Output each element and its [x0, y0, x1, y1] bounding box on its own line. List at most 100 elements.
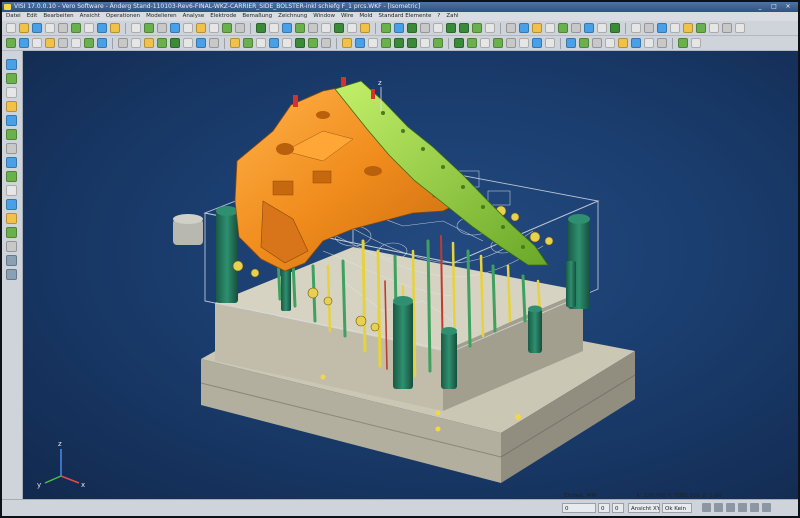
- main-toolbar-tool-icon-20[interactable]: [269, 23, 279, 33]
- modeling-toolbar-tool-icon-48[interactable]: [657, 38, 667, 48]
- status-mode[interactable]: Ok Kein: [662, 503, 692, 513]
- main-toolbar-tool-icon-8[interactable]: [97, 23, 107, 33]
- modeling-toolbar-tool-icon-23[interactable]: [308, 38, 318, 48]
- main-toolbar-tool-icon-3[interactable]: [32, 23, 42, 33]
- modeling-toolbar-tool-icon-47[interactable]: [644, 38, 654, 48]
- menu-file[interactable]: Datei: [6, 12, 21, 21]
- modeling-toolbar-tool-icon-50[interactable]: [691, 38, 701, 48]
- modeling-toolbar-tool-icon-37[interactable]: [506, 38, 516, 48]
- menu-zeichnung[interactable]: Zeichnung: [278, 12, 307, 21]
- main-toolbar-tool-icon-54[interactable]: [735, 23, 745, 33]
- main-toolbar-tool-icon-26[interactable]: [347, 23, 357, 33]
- menu-wire[interactable]: Wire: [341, 12, 353, 21]
- modeling-toolbar-tool-icon-2[interactable]: [19, 38, 29, 48]
- modeling-toolbar-tool-icon-9[interactable]: [118, 38, 128, 48]
- left-toolbar-tool-icon-1[interactable]: [6, 59, 17, 70]
- modeling-toolbar-tool-icon-12[interactable]: [157, 38, 167, 48]
- main-toolbar-tool-icon-45[interactable]: [610, 23, 620, 33]
- main-toolbar-tool-icon-53[interactable]: [722, 23, 732, 33]
- menu-operationen[interactable]: Operationen: [106, 12, 140, 21]
- main-toolbar-tool-icon-47[interactable]: [644, 23, 654, 33]
- modeling-toolbar-tool-icon-22[interactable]: [295, 38, 305, 48]
- modeling-toolbar-tool-icon-33[interactable]: [454, 38, 464, 48]
- menu-mold[interactable]: Mold: [359, 12, 372, 21]
- main-toolbar-tool-icon-33[interactable]: [446, 23, 456, 33]
- main-toolbar-tool-icon-39[interactable]: [532, 23, 542, 33]
- main-toolbar-tool-icon-46[interactable]: [631, 23, 641, 33]
- status-layer-icon[interactable]: [738, 503, 747, 512]
- main-toolbar-tool-icon-4[interactable]: [45, 23, 55, 33]
- modeling-toolbar-tool-icon-14[interactable]: [183, 38, 193, 48]
- main-toolbar-tool-icon-29[interactable]: [394, 23, 404, 33]
- modeling-toolbar-tool-icon-46[interactable]: [631, 38, 641, 48]
- main-toolbar-tool-icon-36[interactable]: [485, 23, 495, 33]
- main-toolbar-tool-icon-18[interactable]: [235, 23, 245, 33]
- modeling-toolbar-tool-icon-15[interactable]: [196, 38, 206, 48]
- main-toolbar-tool-icon-43[interactable]: [584, 23, 594, 33]
- modeling-toolbar-tool-icon-8[interactable]: [97, 38, 107, 48]
- modeling-toolbar-tool-icon-10[interactable]: [131, 38, 141, 48]
- modeling-toolbar-tool-icon-26[interactable]: [355, 38, 365, 48]
- main-toolbar-tool-icon-11[interactable]: [144, 23, 154, 33]
- left-toolbar-tool-icon-6[interactable]: [6, 129, 17, 140]
- menu-view[interactable]: Ansicht: [80, 12, 100, 21]
- menu-bearbeiten[interactable]: Bearbeiten: [43, 12, 73, 21]
- menu-modelieren[interactable]: Modelieren: [146, 12, 176, 21]
- modeling-toolbar-tool-icon-16[interactable]: [209, 38, 219, 48]
- status-filter-icon[interactable]: [750, 503, 759, 512]
- menu-window[interactable]: Window: [313, 12, 335, 21]
- left-toolbar-tool-icon-10[interactable]: [6, 185, 17, 196]
- status-ortho-icon[interactable]: [726, 503, 735, 512]
- modeling-toolbar-tool-icon-27[interactable]: [368, 38, 378, 48]
- menu-help[interactable]: ?: [437, 12, 440, 21]
- modeling-toolbar-tool-icon-36[interactable]: [493, 38, 503, 48]
- left-toolbar-tool-icon-8[interactable]: [6, 157, 17, 168]
- status-view[interactable]: Ansicht XY: [628, 503, 660, 513]
- modeling-toolbar-tool-icon-24[interactable]: [321, 38, 331, 48]
- modeling-toolbar-tool-icon-5[interactable]: [58, 38, 68, 48]
- modeling-toolbar-tool-icon-19[interactable]: [256, 38, 266, 48]
- main-toolbar-tool-icon-28[interactable]: [381, 23, 391, 33]
- 3d-viewport[interactable]: z z x y: [23, 51, 798, 499]
- left-toolbar-tool-icon-13[interactable]: [6, 227, 17, 238]
- modeling-toolbar-tool-icon-34[interactable]: [467, 38, 477, 48]
- main-toolbar-tool-icon-1[interactable]: [6, 23, 16, 33]
- minimize-button[interactable]: _: [754, 3, 766, 11]
- main-toolbar-tool-icon-48[interactable]: [657, 23, 667, 33]
- main-toolbar-tool-icon-6[interactable]: [71, 23, 81, 33]
- main-toolbar-tool-icon-13[interactable]: [170, 23, 180, 33]
- modeling-toolbar-tool-icon-11[interactable]: [144, 38, 154, 48]
- modeling-toolbar-tool-icon-21[interactable]: [282, 38, 292, 48]
- modeling-toolbar-tool-icon-40[interactable]: [545, 38, 555, 48]
- menu-edit[interactable]: Edit: [27, 12, 38, 21]
- main-toolbar-tool-icon-37[interactable]: [506, 23, 516, 33]
- modeling-toolbar-tool-icon-32[interactable]: [433, 38, 443, 48]
- status-coord-a[interactable]: 0: [562, 503, 596, 513]
- main-toolbar-tool-icon-10[interactable]: [131, 23, 141, 33]
- main-toolbar-tool-icon-16[interactable]: [209, 23, 219, 33]
- main-toolbar-tool-icon-52[interactable]: [709, 23, 719, 33]
- modeling-toolbar-tool-icon-29[interactable]: [394, 38, 404, 48]
- menu-bemassung[interactable]: Bemaßung: [242, 12, 272, 21]
- main-toolbar-tool-icon-17[interactable]: [222, 23, 232, 33]
- menu-elektrode[interactable]: Elektrode: [210, 12, 236, 21]
- menu-analyse[interactable]: Analyse: [183, 12, 205, 21]
- main-toolbar-tool-icon-38[interactable]: [519, 23, 529, 33]
- modeling-toolbar-tool-icon-4[interactable]: [45, 38, 55, 48]
- main-toolbar-tool-icon-15[interactable]: [196, 23, 206, 33]
- modeling-toolbar-tool-icon-43[interactable]: [592, 38, 602, 48]
- left-toolbar-tool-icon-5[interactable]: [6, 115, 17, 126]
- modeling-toolbar-tool-icon-18[interactable]: [243, 38, 253, 48]
- modeling-toolbar-tool-icon-35[interactable]: [480, 38, 490, 48]
- menu-standard-elemente[interactable]: Standard Elemente: [378, 12, 431, 21]
- main-toolbar-tool-icon-14[interactable]: [183, 23, 193, 33]
- main-toolbar-tool-icon-41[interactable]: [558, 23, 568, 33]
- main-toolbar-tool-icon-35[interactable]: [472, 23, 482, 33]
- status-grid-icon[interactable]: [714, 503, 723, 512]
- main-toolbar-tool-icon-34[interactable]: [459, 23, 469, 33]
- main-toolbar-tool-icon-5[interactable]: [58, 23, 68, 33]
- left-toolbar-tool-icon-3[interactable]: [6, 87, 17, 98]
- modeling-toolbar-tool-icon-7[interactable]: [84, 38, 94, 48]
- modeling-toolbar-tool-icon-6[interactable]: [71, 38, 81, 48]
- maximize-button[interactable]: □: [768, 3, 780, 11]
